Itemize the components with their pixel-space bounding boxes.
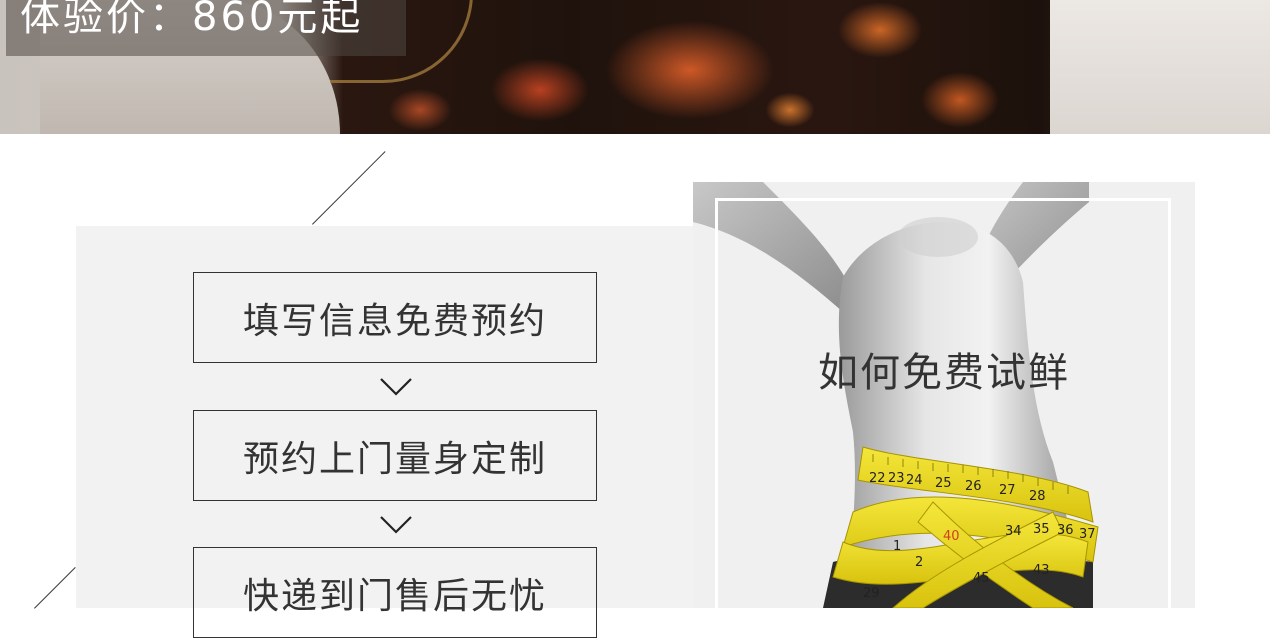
step-delivery-service[interactable]: 快递到门售后无忧 — [193, 547, 597, 638]
photo-frame — [715, 198, 1171, 608]
chevron-down-icon — [380, 516, 412, 534]
banner-image: 体验价：860元起 — [0, 0, 1270, 134]
step-label: 填写信息免费预约 — [242, 300, 547, 342]
photo-title: 如何免费试鲜 — [818, 350, 1070, 396]
decorative-line — [312, 151, 386, 225]
chevron-down-icon — [380, 378, 412, 396]
photo-panel: 22 23 24 25 26 27 28 34 35 36 37 40 1 2 … — [693, 182, 1195, 608]
decorative-line — [34, 566, 76, 609]
step-fill-info[interactable]: 填写信息免费预约 — [193, 272, 597, 363]
price-text: 体验价：860元起 — [20, 0, 364, 40]
step-home-measure[interactable]: 预约上门量身定制 — [193, 410, 597, 501]
step-label: 预约上门量身定制 — [242, 438, 547, 480]
mannequin-arm — [1050, 0, 1270, 134]
steps-panel: 填写信息免费预约 预约上门量身定制 快递到门售后无忧 — [76, 226, 708, 638]
price-overlay: 体验价：860元起 — [6, 0, 406, 56]
step-label: 快递到门售后无忧 — [242, 575, 547, 617]
